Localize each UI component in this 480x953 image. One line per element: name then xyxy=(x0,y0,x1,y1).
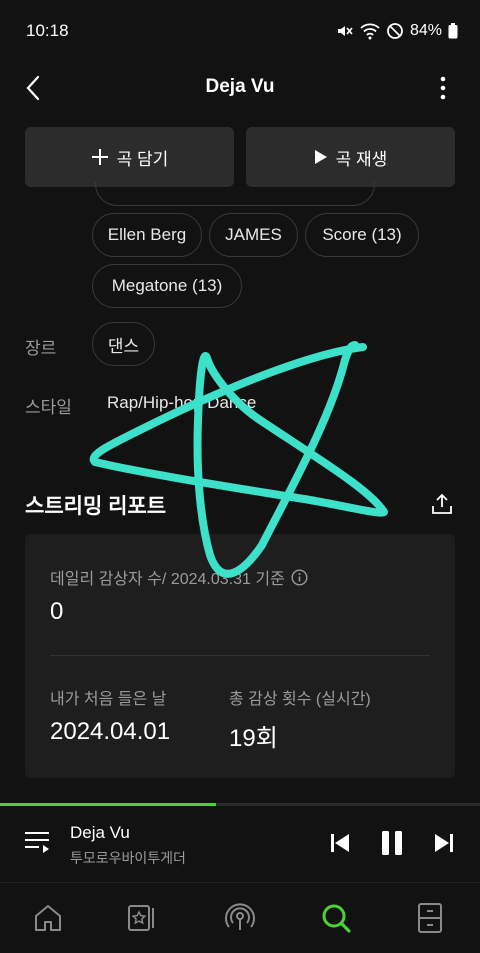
status-icons: 84% xyxy=(336,19,458,43)
play-song-label: 곡 재생 xyxy=(335,149,388,169)
skip-previous-icon xyxy=(331,834,349,852)
nav-more[interactable] xyxy=(410,898,450,938)
total-plays-value: 19회 xyxy=(229,725,278,752)
more-vertical-icon xyxy=(440,76,446,100)
pause-button[interactable] xyxy=(375,826,409,860)
skip-next-icon xyxy=(435,834,453,852)
chip-artist-james[interactable]: JAMES xyxy=(209,213,298,257)
podcast-icon xyxy=(225,903,255,930)
wifi-icon xyxy=(360,22,380,40)
battery-percent: 84% xyxy=(409,22,442,39)
daily-listeners-value: 0 xyxy=(50,598,64,625)
now-playing-title: Deja Vu xyxy=(70,823,130,842)
play-icon xyxy=(314,150,327,164)
play-song-button[interactable]: 곡 재생 xyxy=(246,127,455,187)
share-button[interactable] xyxy=(428,490,456,518)
info-icon[interactable] xyxy=(291,568,308,586)
genre-label: 장르 xyxy=(25,339,57,358)
chip-artist-ellen-berg[interactable]: Ellen Berg xyxy=(92,213,202,257)
add-song-label: 곡 담기 xyxy=(116,149,169,169)
nav-home[interactable] xyxy=(28,898,68,938)
status-time: 10:18 xyxy=(26,21,69,40)
playlist-icon[interactable] xyxy=(24,828,52,856)
first-listen-label: 내가 처음 들은 날 xyxy=(50,691,167,708)
share-icon xyxy=(432,493,452,514)
pause-icon xyxy=(382,831,402,855)
divider xyxy=(50,655,430,656)
nav-search[interactable] xyxy=(316,898,356,938)
first-listen-value: 2024.04.01 xyxy=(50,718,171,745)
more-menu-icon xyxy=(418,903,442,933)
next-button[interactable] xyxy=(427,826,461,860)
chip-genre[interactable]: 댄스 xyxy=(92,322,155,366)
now-playing-artist: 투모로우바이투게더 xyxy=(70,850,186,866)
home-icon xyxy=(35,905,61,931)
plus-icon xyxy=(91,149,108,165)
battery-icon xyxy=(448,23,458,39)
style-label: 스타일 xyxy=(25,398,72,417)
page-title: Deja Vu xyxy=(205,76,275,97)
library-icon xyxy=(128,905,154,931)
chip-artist-score[interactable]: Score (13) xyxy=(305,213,419,257)
previous-button[interactable] xyxy=(323,826,357,860)
total-plays-label: 총 감상 횟수 (실시간) xyxy=(229,691,371,708)
add-song-button[interactable]: 곡 담기 xyxy=(25,127,234,187)
daily-listeners-label: 데일리 감상자 수/ 2024.03.31 기준 xyxy=(50,571,285,588)
chip-partial xyxy=(95,182,375,206)
nav-library[interactable] xyxy=(122,898,162,938)
more-options-button[interactable] xyxy=(430,72,456,104)
search-icon xyxy=(322,904,351,933)
daily-listeners-row: 데일리 감상자 수/ 2024.03.31 기준 xyxy=(50,565,308,589)
chip-artist-megatone[interactable]: Megatone (13) xyxy=(92,264,242,308)
nav-podcast[interactable] xyxy=(220,898,260,938)
section-title: 스트리밍 리포트 xyxy=(25,495,167,518)
do-not-disturb-icon xyxy=(386,22,404,40)
style-value[interactable]: Rap/Hip-hop Dance xyxy=(107,393,256,413)
mute-icon xyxy=(336,22,354,40)
